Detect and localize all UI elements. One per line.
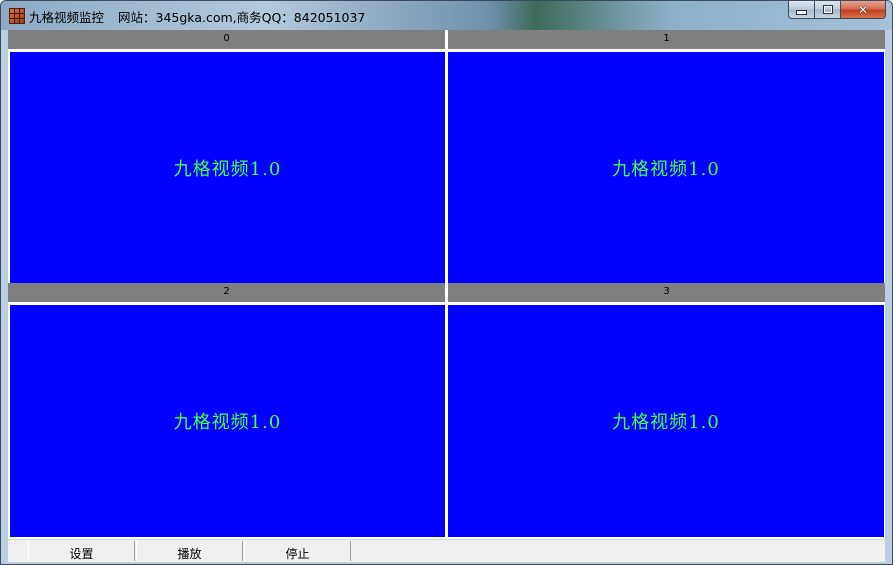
cell-header-1: 1 <box>448 30 885 49</box>
settings-button[interactable]: 设置 <box>29 541 135 561</box>
video-panel-3[interactable]: 九格视频1.0 <box>448 305 884 537</box>
cell-header-0: 0 <box>8 30 445 49</box>
app-grid-icon[interactable] <box>9 8 25 24</box>
title-bar[interactable]: 九格视频监控 网站：345gka.com,商务QQ：842051037 ✕ <box>1 1 892 30</box>
video-label-3: 九格视频1.0 <box>612 412 720 433</box>
minimize-icon <box>796 10 807 15</box>
site-info: 网站：345gka.com,商务QQ：842051037 <box>118 10 366 25</box>
maximize-icon <box>822 5 833 14</box>
maximize-button[interactable] <box>815 1 841 19</box>
close-button[interactable]: ✕ <box>841 1 886 19</box>
video-panel-2[interactable]: 九格视频1.0 <box>10 305 445 537</box>
cell-header-2: 2 <box>8 283 445 302</box>
stop-button[interactable]: 停止 <box>245 541 351 561</box>
caption-buttons: ✕ <box>788 1 886 20</box>
bottom-toolbar: 设置 播放 停止 <box>8 539 885 562</box>
cell-header-3: 3 <box>448 283 885 302</box>
video-label-0: 九格视频1.0 <box>173 159 282 180</box>
video-panel-1[interactable]: 九格视频1.0 <box>448 52 884 283</box>
video-panel-0[interactable]: 九格视频1.0 <box>10 52 445 283</box>
app-window: 九格视频监控 网站：345gka.com,商务QQ：842051037 ✕ 0 九… <box>0 0 893 565</box>
window-title: 九格视频监控 网站：345gka.com,商务QQ：842051037 <box>29 7 379 26</box>
minimize-button[interactable] <box>788 1 815 19</box>
play-button[interactable]: 播放 <box>137 541 243 561</box>
app-name: 九格视频监控 <box>29 10 105 25</box>
client-area: 0 九格视频1.0 1 九格视频1.0 2 九格视频1.0 3 九格视频1.0 … <box>8 30 885 562</box>
close-icon: ✕ <box>857 2 869 17</box>
video-label-2: 九格视频1.0 <box>173 412 282 433</box>
video-label-1: 九格视频1.0 <box>612 159 720 180</box>
